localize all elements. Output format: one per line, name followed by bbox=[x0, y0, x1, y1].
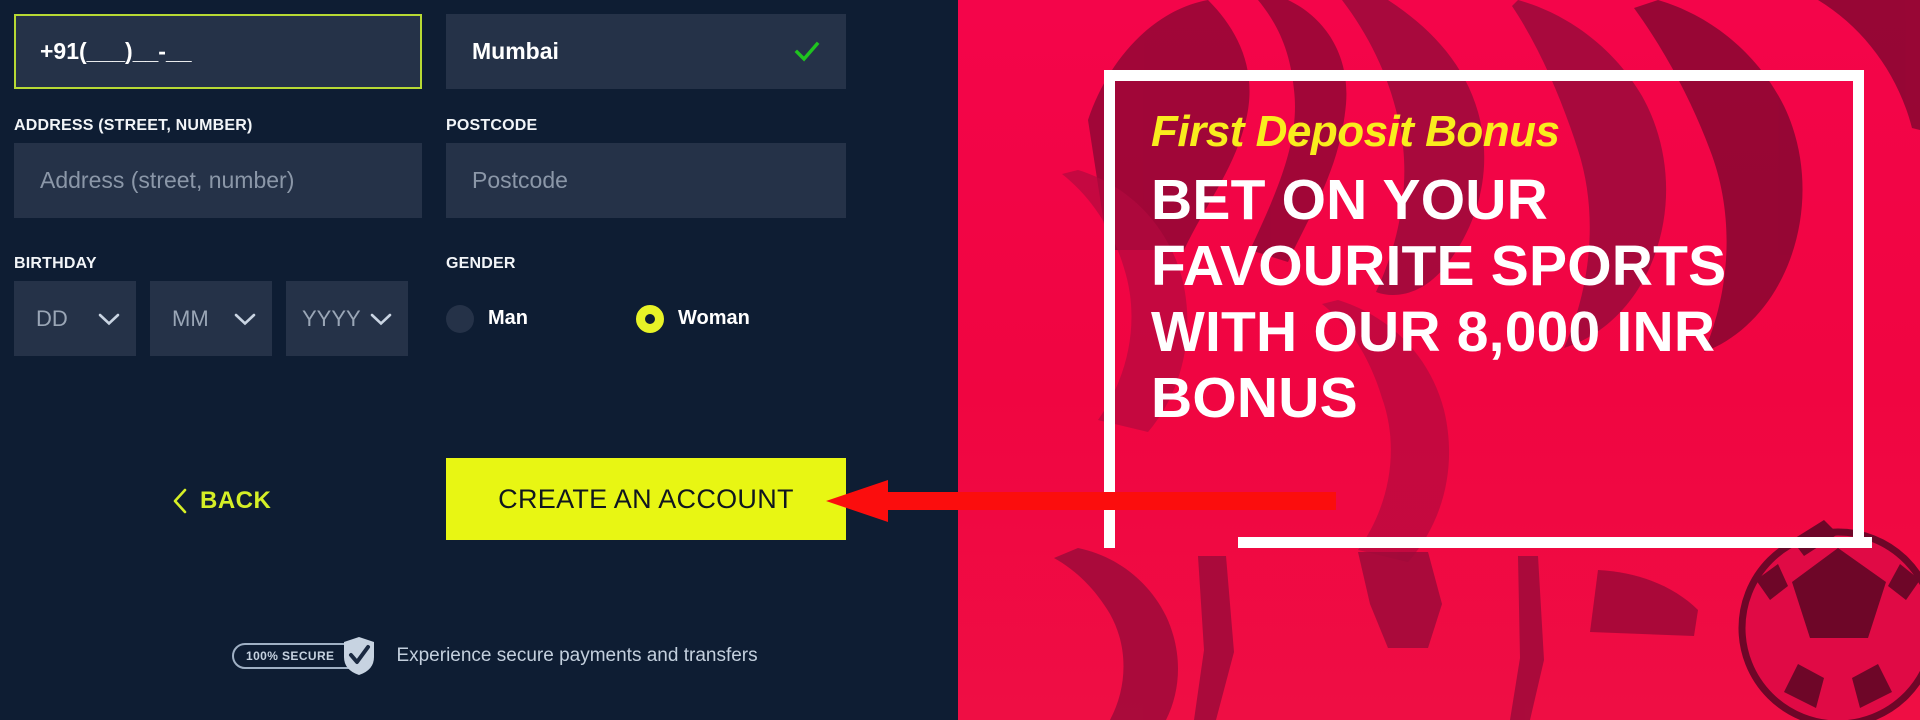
chevron-down-icon bbox=[370, 313, 392, 325]
promo-copy: First Deposit Bonus BET ON YOUR FAVOURIT… bbox=[1151, 107, 1851, 431]
promo-kicker: First Deposit Bonus bbox=[1151, 107, 1560, 156]
secure-badge: 100% SECURE bbox=[232, 637, 375, 675]
birthday-day-value: DD bbox=[36, 305, 68, 331]
address-label: ADDRESS (STREET, NUMBER) bbox=[14, 117, 253, 134]
birthday-month-value: MM bbox=[172, 305, 209, 331]
secure-payments-notice: 100% SECURE Experience secure payments a… bbox=[232, 637, 758, 675]
shield-check-icon bbox=[344, 637, 375, 675]
back-button[interactable]: BACK bbox=[172, 487, 271, 515]
registration-form-panel: +91(___)__-__ Mumbai ADDRESS (STREET, NU… bbox=[0, 0, 958, 720]
birthday-day-select[interactable]: DD bbox=[14, 281, 136, 356]
promo-frame-bottom-border bbox=[1238, 537, 1872, 548]
promo-headline-line-3: WITH OUR 8,000 INR bbox=[1151, 300, 1716, 365]
phone-field-group: +91(___)__-__ bbox=[14, 14, 422, 89]
registration-screen: +91(___)__-__ Mumbai ADDRESS (STREET, NU… bbox=[0, 0, 1920, 720]
gender-woman-label: Woman bbox=[678, 307, 750, 329]
phone-number-value: +91(___)__-__ bbox=[40, 38, 192, 64]
secure-badge-text: 100% SECURE bbox=[246, 649, 335, 663]
phone-number-input[interactable]: +91(___)__-__ bbox=[14, 14, 422, 89]
radio-unselected-icon bbox=[446, 304, 474, 333]
chevron-down-icon bbox=[234, 313, 256, 325]
gender-label: GENDER bbox=[446, 255, 516, 272]
city-field-group: Mumbai bbox=[446, 14, 846, 89]
address-field-group: ADDRESS (STREET, NUMBER) Address (street… bbox=[14, 117, 422, 218]
promo-headline-line-1: BET ON YOUR bbox=[1151, 168, 1549, 232]
promo-headline-line-4: BONUS bbox=[1151, 366, 1358, 431]
promo-headline-line-2: FAVOURITE SPORTS bbox=[1151, 234, 1727, 299]
gender-field-group: GENDER Man Woman bbox=[446, 255, 846, 356]
city-value: Mumbai bbox=[472, 38, 559, 64]
secure-message: Experience secure payments and transfers bbox=[396, 645, 758, 666]
gender-man-label: Man bbox=[488, 307, 528, 329]
chevron-down-icon bbox=[98, 313, 120, 325]
promo-headline: BET ON YOUR FAVOURITE SPORTS WITH OUR 8,… bbox=[1151, 167, 1851, 431]
birthday-field-group: BIRTHDAY DD MM YYYY bbox=[14, 255, 422, 356]
radio-selected-icon bbox=[636, 304, 664, 333]
gender-option-woman[interactable]: Woman bbox=[636, 304, 750, 333]
address-input[interactable]: Address (street, number) bbox=[14, 143, 422, 218]
create-account-button[interactable]: CREATE AN ACCOUNT bbox=[446, 458, 846, 540]
back-label: BACK bbox=[200, 487, 272, 514]
address-placeholder: Address (street, number) bbox=[40, 167, 295, 193]
postcode-input[interactable]: Postcode bbox=[446, 143, 846, 218]
birthday-label: BIRTHDAY bbox=[14, 255, 97, 272]
chevron-left-icon bbox=[173, 488, 187, 514]
postcode-placeholder: Postcode bbox=[472, 167, 568, 193]
check-icon bbox=[794, 41, 820, 61]
postcode-field-group: POSTCODE Postcode bbox=[446, 117, 846, 218]
promo-banner-panel[interactable]: First Deposit Bonus BET ON YOUR FAVOURIT… bbox=[958, 0, 1920, 720]
birthday-year-select[interactable]: YYYY bbox=[286, 281, 408, 356]
birthday-month-select[interactable]: MM bbox=[150, 281, 272, 356]
gender-option-man[interactable]: Man bbox=[446, 304, 636, 333]
birthday-year-value: YYYY bbox=[302, 305, 361, 331]
postcode-label: POSTCODE bbox=[446, 117, 538, 134]
city-input[interactable]: Mumbai bbox=[446, 14, 846, 89]
